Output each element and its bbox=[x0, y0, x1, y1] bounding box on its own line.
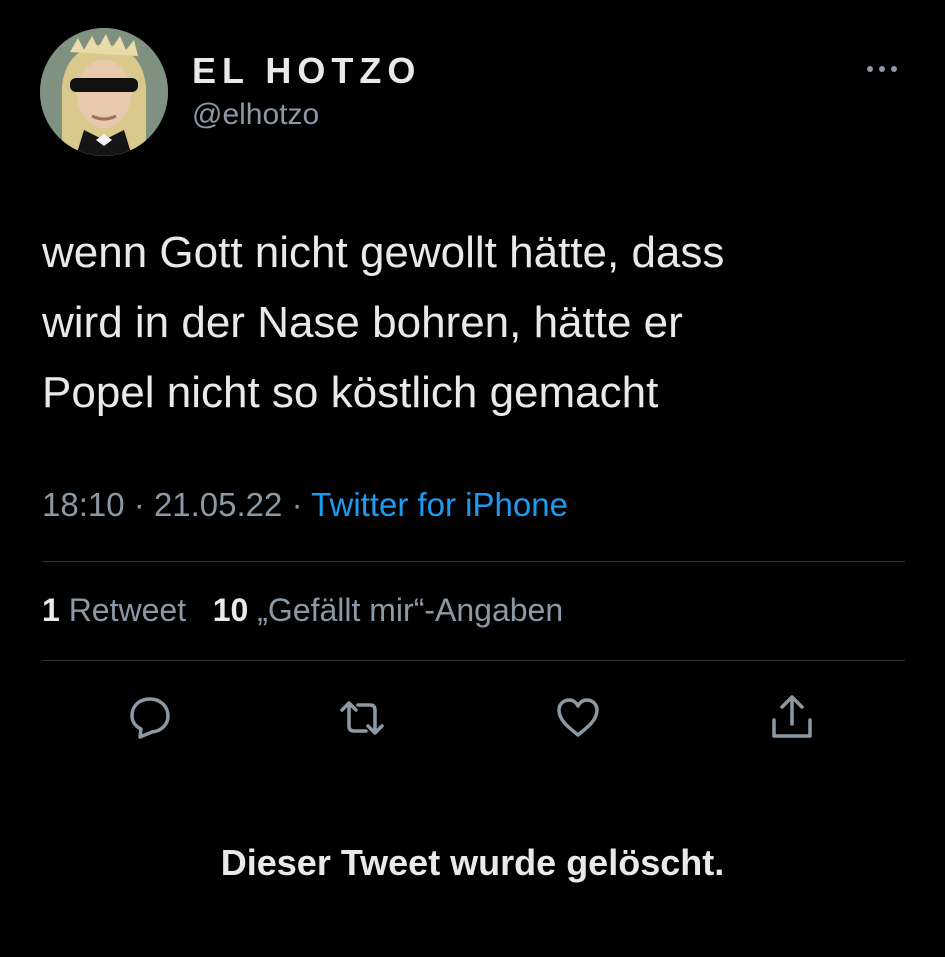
divider bbox=[42, 561, 905, 562]
tweet-text-line: Popel nicht so köstlich gemacht bbox=[42, 368, 659, 417]
retweet-icon bbox=[340, 701, 384, 735]
share-button[interactable] bbox=[764, 690, 820, 746]
tweet-text-line: wenn Gott nicht gewollt hätte, dass bbox=[42, 228, 725, 277]
retweet-stat[interactable]: 1 Retweet bbox=[42, 592, 186, 628]
like-button[interactable] bbox=[550, 690, 606, 746]
like-stat[interactable]: 10 „Gefällt mir“-Angaben bbox=[213, 592, 563, 628]
share-icon bbox=[772, 695, 812, 738]
like-label: „Gefällt mir“-Angaben bbox=[257, 592, 564, 628]
avatar-image bbox=[40, 28, 168, 156]
tweet-time: 18:10 bbox=[42, 486, 125, 523]
user-handle[interactable]: @elhotzo bbox=[192, 98, 319, 132]
reply-button[interactable] bbox=[122, 690, 178, 746]
tweet-date: 21.05.22 bbox=[153, 486, 283, 523]
tweet-source-link[interactable]: Twitter for iPhone bbox=[311, 486, 568, 523]
display-name[interactable]: EL HOTZO bbox=[192, 50, 421, 92]
deleted-notice: Dieser Tweet wurde gelöscht. bbox=[220, 842, 725, 883]
retweet-button[interactable] bbox=[334, 690, 390, 746]
like-count: 10 bbox=[212, 592, 249, 628]
avatar[interactable] bbox=[40, 28, 168, 156]
more-options-icon[interactable] bbox=[860, 56, 904, 82]
meta-separator: · bbox=[291, 486, 303, 523]
like-icon bbox=[557, 698, 599, 737]
retweet-label: Retweet bbox=[68, 592, 187, 628]
retweet-count: 1 bbox=[42, 592, 60, 628]
tweet-meta: 18:10 · 21.05.22 · Twitter for iPhone bbox=[42, 486, 568, 524]
tweet-text-line: wird in der Nase bohren, hätte er bbox=[42, 298, 683, 347]
meta-separator: · bbox=[133, 486, 145, 523]
tweet-stats: 1 Retweet 10 „Gefällt mir“-Angaben bbox=[42, 592, 563, 629]
reply-icon bbox=[130, 697, 170, 739]
tweet-text: wenn Gott nicht gewollt hätte, dass wird… bbox=[42, 218, 902, 428]
divider bbox=[42, 660, 905, 661]
